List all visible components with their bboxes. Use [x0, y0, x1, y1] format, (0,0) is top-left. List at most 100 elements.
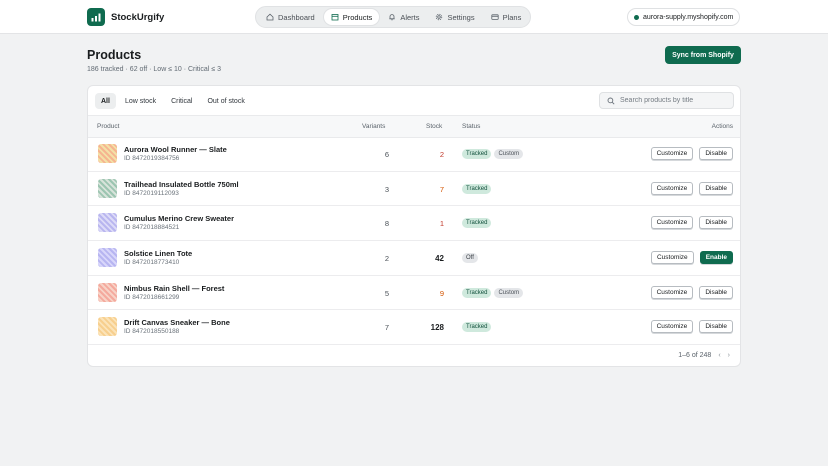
brand[interactable]: StockUrgify	[87, 8, 164, 26]
sync-from-shopify-button[interactable]: Sync from Shopify	[665, 46, 741, 64]
product-name[interactable]: Solstice Linen Tote	[124, 249, 192, 258]
status-badge: Tracked	[462, 183, 492, 194]
table-header: Product Variants Stock Status Actions	[88, 115, 740, 138]
store-domain: aurora-supply.myshopify.com	[643, 13, 734, 21]
disable-button[interactable]: Disable	[699, 147, 733, 160]
enable-button[interactable]: Enable	[699, 251, 733, 265]
product-name[interactable]: Drift Canvas Sneaker — Bone	[124, 318, 230, 327]
product-thumbnail	[98, 248, 117, 268]
status-badges: Tracked Custom	[462, 287, 526, 298]
variant-count: 7	[384, 323, 389, 333]
stock-count: 9	[439, 288, 444, 298]
product-id: ID 8472019112093	[124, 189, 179, 197]
top-bar: StockUrgify Dashboard Products Alerts Se…	[0, 0, 828, 34]
product-name[interactable]: Cumulus Merino Crew Sweater	[124, 214, 234, 223]
status-badges: Tracked	[462, 183, 494, 194]
box-icon	[331, 14, 339, 21]
product-name[interactable]: Aurora Wool Runner — Slate	[124, 145, 227, 154]
variant-count: 6	[384, 150, 389, 159]
column-stock: Stock	[426, 123, 443, 130]
nav-alerts[interactable]: Alerts	[381, 9, 426, 25]
page-subtitle: 186 tracked · 62 off · Low ≤ 10 · Critic…	[87, 66, 222, 73]
product-id: ID 8472018773410	[124, 259, 180, 267]
nav-products[interactable]: Products	[323, 9, 380, 25]
product-name[interactable]: Nimbus Rain Shell — Forest	[124, 284, 224, 293]
products-table-body: Aurora Wool Runner — Slate ID 8472019384…	[88, 137, 740, 346]
table-row: Cumulus Merino Crew Sweater ID 847201888…	[88, 206, 740, 242]
customize-button[interactable]: Customize	[650, 320, 694, 334]
status-badge: Custom	[494, 287, 524, 298]
customize-button[interactable]: Customize	[650, 216, 694, 230]
stock-count: 42	[435, 254, 444, 264]
status-badge: Tracked	[462, 218, 492, 229]
status-badge: Custom	[494, 149, 524, 159]
filter-out-of-stock[interactable]: Out of stock	[201, 93, 250, 109]
search-box[interactable]	[599, 92, 734, 109]
disable-button[interactable]: Disable	[699, 181, 733, 195]
pagination: 1–6 of 248 ‹ ›	[678, 352, 730, 359]
product-thumbnail	[98, 213, 117, 233]
product-id: ID 8472018550188	[124, 328, 180, 336]
pagination-range: 1–6 of 248	[678, 352, 712, 359]
nav-plans[interactable]: Plans	[484, 9, 529, 25]
prev-page-icon[interactable]: ‹	[718, 352, 720, 359]
product-id: ID 8472019384756	[124, 155, 180, 162]
customize-button[interactable]: Customize	[650, 181, 694, 195]
row-actions: Customize Disable	[645, 320, 733, 334]
nav-dashboard[interactable]: Dashboard	[259, 9, 322, 25]
column-status: Status	[462, 123, 481, 130]
status-badge: Tracked	[462, 322, 492, 333]
nav-settings[interactable]: Settings	[428, 9, 481, 25]
product-thumbnail	[98, 144, 117, 163]
row-actions: Customize Disable	[645, 216, 733, 230]
stock-count: 2	[439, 150, 444, 159]
bell-icon	[389, 14, 395, 21]
status-badges: Tracked Custom	[462, 149, 526, 159]
status-badge: Tracked	[462, 149, 492, 159]
variant-count: 3	[384, 184, 389, 194]
column-actions: Actions	[711, 123, 733, 130]
gear-icon	[436, 13, 443, 21]
status-badge: Tracked	[462, 287, 492, 298]
disable-button[interactable]: Disable	[699, 320, 733, 334]
stock-count: 1	[439, 219, 444, 229]
nav-label: Alerts	[400, 12, 420, 22]
status-badges: Off	[462, 253, 481, 264]
filter-all[interactable]: All	[95, 93, 116, 109]
disable-button[interactable]: Disable	[699, 216, 733, 230]
product-name[interactable]: Trailhead Insulated Bottle 750ml	[124, 180, 239, 189]
search-icon	[607, 97, 615, 105]
table-row: Aurora Wool Runner — Slate ID 8472019384…	[88, 137, 740, 172]
variant-count: 8	[384, 219, 389, 229]
store-switcher[interactable]: aurora-supply.myshopify.com	[627, 8, 740, 26]
row-actions: Customize Disable	[645, 285, 733, 299]
brand-name: StockUrgify	[111, 11, 165, 23]
logo-icon	[87, 8, 105, 26]
filter-critical[interactable]: Critical	[165, 93, 198, 109]
nav-label: Settings	[447, 12, 475, 22]
column-variants: Variants	[362, 123, 386, 130]
customize-button[interactable]: Customize	[650, 285, 694, 299]
main-nav: Dashboard Products Alerts Settings Plans	[255, 6, 531, 28]
table-row: Trailhead Insulated Bottle 750ml ID 8472…	[88, 172, 740, 207]
table-row: Drift Canvas Sneaker — Bone ID 847201855…	[88, 310, 740, 346]
table-row: Solstice Linen Tote ID 8472018773410 2 4…	[88, 241, 740, 276]
customize-button[interactable]: Customize	[650, 147, 694, 160]
product-thumbnail	[98, 178, 117, 198]
product-thumbnail	[98, 317, 117, 337]
row-actions: Customize Disable	[645, 181, 733, 195]
status-badges: Tracked	[462, 218, 494, 229]
search-input[interactable]	[620, 97, 732, 104]
filter-tabs: All Low stock Critical Out of stock	[95, 93, 254, 109]
disable-button[interactable]: Disable	[699, 285, 733, 299]
product-thumbnail	[98, 282, 117, 302]
card-icon	[490, 14, 499, 20]
filter-low-stock[interactable]: Low stock	[119, 93, 162, 109]
nav-label: Plans	[502, 12, 522, 22]
home-icon	[266, 13, 274, 21]
nav-label: Products	[342, 12, 373, 22]
row-actions: Customize Enable	[645, 251, 733, 265]
customize-button[interactable]: Customize	[650, 251, 694, 265]
product-id: ID 8472018884521	[124, 224, 180, 232]
next-page-icon[interactable]: ›	[728, 352, 730, 359]
